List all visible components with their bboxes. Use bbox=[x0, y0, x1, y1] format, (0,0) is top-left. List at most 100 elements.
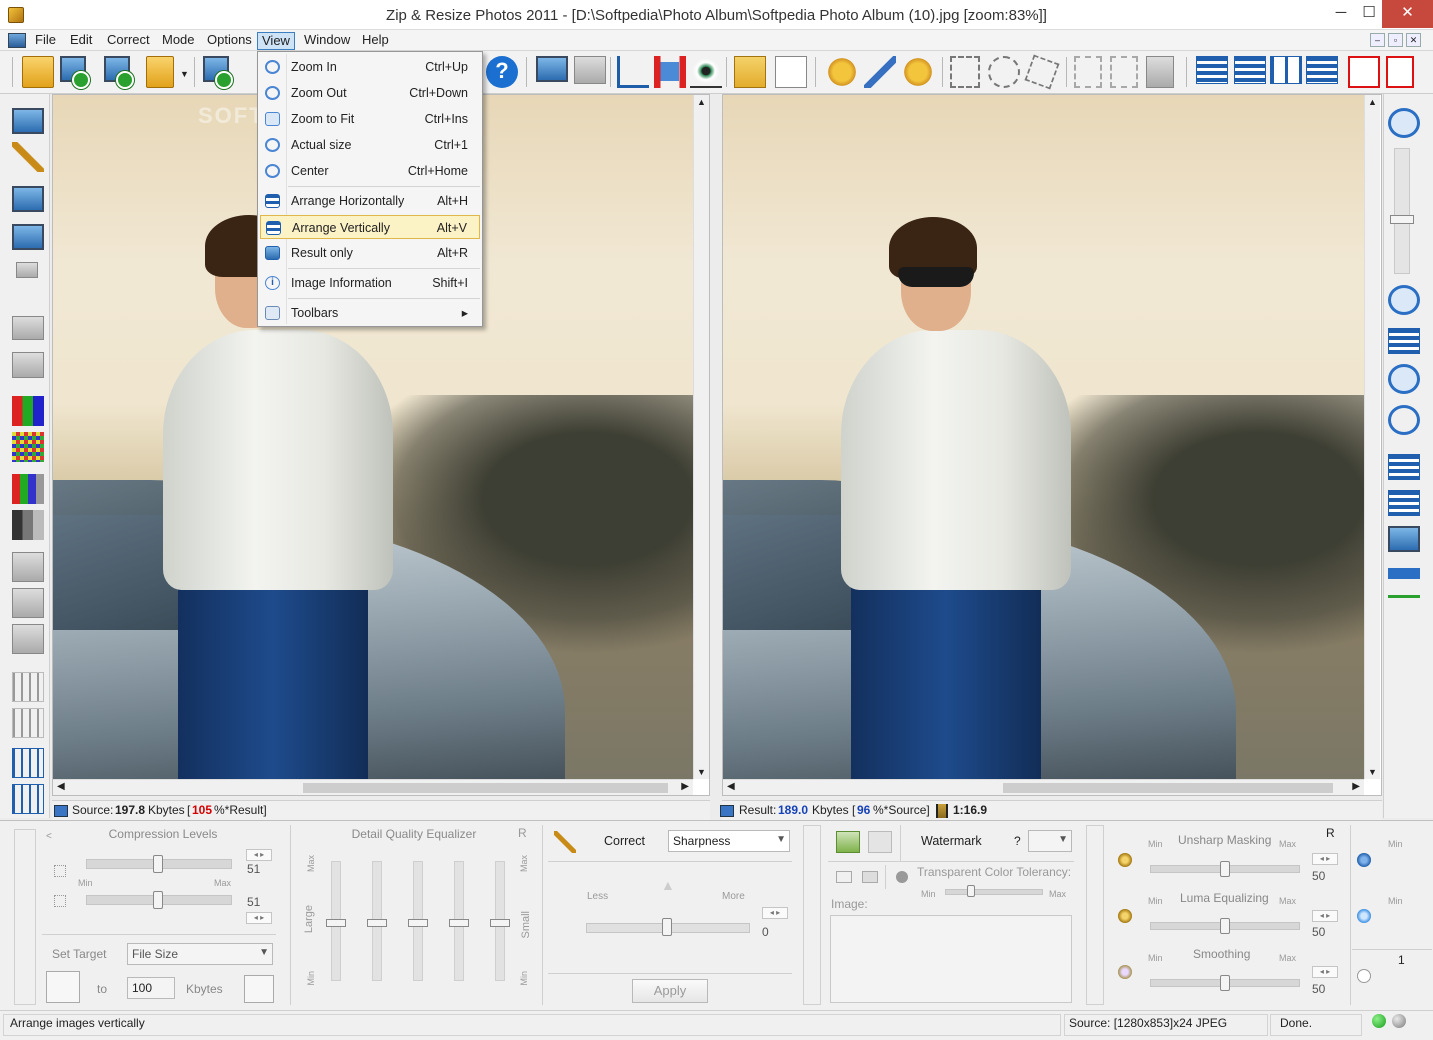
add-watermark-icon[interactable] bbox=[836, 831, 860, 853]
new-window-icon[interactable] bbox=[1348, 56, 1380, 88]
remove-watermark-icon[interactable] bbox=[868, 831, 892, 853]
panel-grip[interactable] bbox=[1086, 825, 1104, 1005]
swap-views-icon[interactable] bbox=[1388, 568, 1420, 598]
arrange-vertical-icon[interactable] bbox=[1388, 490, 1420, 516]
sharpen-sliders-icon[interactable] bbox=[12, 748, 44, 778]
correct-strength-spin[interactable]: ◂ ▸ bbox=[762, 907, 788, 919]
duplicate-icon[interactable] bbox=[12, 316, 44, 340]
settings-sliders-icon[interactable] bbox=[12, 784, 44, 814]
mdi-minimize-button[interactable]: – bbox=[1370, 33, 1385, 47]
actual-size-icon[interactable] bbox=[1388, 364, 1420, 394]
window-pin-icon[interactable] bbox=[1386, 56, 1414, 88]
view-menu-result-only[interactable]: Result only Alt+R bbox=[260, 241, 480, 265]
result-image-pane[interactable]: ▲ ▼ ◀ ▶ bbox=[722, 94, 1382, 796]
rgb-levels-icon[interactable] bbox=[12, 474, 44, 504]
menu-options[interactable]: Options bbox=[203, 32, 256, 50]
crop-icon[interactable] bbox=[617, 56, 649, 88]
menu-correct[interactable]: Correct bbox=[103, 32, 154, 50]
palette-icon[interactable] bbox=[12, 432, 44, 462]
view-menu-center[interactable]: Center Ctrl+Home bbox=[260, 159, 480, 183]
scroll-left-icon[interactable]: ◀ bbox=[57, 781, 65, 792]
zoom-out-icon[interactable] bbox=[1388, 285, 1420, 315]
paste-icon[interactable] bbox=[574, 56, 606, 84]
tile-vertical-icon[interactable] bbox=[1270, 56, 1302, 84]
compression-spin-2[interactable]: ◂ ▸ bbox=[246, 912, 272, 924]
source-hscroll-thumb[interactable] bbox=[303, 783, 668, 793]
mdi-restore-button[interactable]: ▫ bbox=[1388, 33, 1403, 47]
fit-width-icon[interactable] bbox=[1388, 328, 1420, 354]
clear-selection-icon[interactable] bbox=[1074, 56, 1102, 88]
document-icon[interactable] bbox=[8, 33, 26, 48]
scroll-right-icon[interactable]: ▶ bbox=[681, 781, 689, 792]
curves-icon[interactable] bbox=[12, 708, 44, 738]
view-menu-zoom-out[interactable]: Zoom Out Ctrl+Down bbox=[260, 81, 480, 105]
image-small-icon[interactable] bbox=[16, 262, 38, 278]
zoom-slider[interactable] bbox=[1394, 148, 1410, 274]
arrange-horizontal-icon[interactable] bbox=[1388, 454, 1420, 480]
collapse-arrow-icon[interactable]: < bbox=[46, 831, 52, 842]
image-settings-icon[interactable] bbox=[12, 186, 44, 212]
open-image-icon[interactable] bbox=[836, 871, 852, 883]
copy-image-icon[interactable] bbox=[536, 56, 568, 82]
source-vscrollbar[interactable]: ▲ ▼ bbox=[693, 95, 709, 779]
watermark-image-preview[interactable] bbox=[830, 915, 1072, 1003]
delete-selection-icon[interactable] bbox=[1110, 56, 1138, 88]
saturation-icon[interactable] bbox=[1357, 909, 1371, 923]
target-value-input[interactable]: 100 bbox=[127, 977, 175, 999]
hand-tool-icon[interactable] bbox=[826, 56, 858, 88]
color-channels-icon[interactable] bbox=[12, 396, 44, 426]
unsharp-icon[interactable] bbox=[1118, 853, 1132, 867]
eq-band-2-knob[interactable] bbox=[367, 919, 387, 927]
menu-edit[interactable]: Edit bbox=[66, 32, 96, 50]
tile-horizontal-icon[interactable] bbox=[1234, 56, 1266, 84]
help-icon[interactable]: ? bbox=[486, 56, 518, 88]
correct-type-select[interactable]: Sharpness ▼ bbox=[668, 830, 790, 852]
center-target-icon[interactable] bbox=[1388, 405, 1420, 435]
preview-eye-icon[interactable] bbox=[690, 56, 722, 88]
target-type-select[interactable]: File Size ▼ bbox=[127, 943, 273, 965]
list-view-icon[interactable] bbox=[1306, 56, 1338, 84]
scroll-up-icon[interactable]: ▲ bbox=[1368, 97, 1377, 107]
view-menu-arrange-horizontally[interactable]: Arrange Horizontally Alt+H bbox=[260, 189, 480, 213]
menu-help[interactable]: Help bbox=[358, 32, 393, 50]
target-apply-button[interactable] bbox=[46, 971, 80, 1003]
color-picker-icon[interactable] bbox=[896, 871, 908, 883]
stack-icon[interactable] bbox=[12, 352, 44, 378]
eq-band-1-knob[interactable] bbox=[326, 919, 346, 927]
result-hscrollbar[interactable]: ◀ ▶ bbox=[723, 779, 1364, 795]
detail-eq-reset[interactable]: R bbox=[518, 826, 527, 840]
minimize-button[interactable]: ─ bbox=[1326, 0, 1356, 28]
watermark-help[interactable]: ? bbox=[1014, 834, 1021, 848]
magic-wand-icon[interactable] bbox=[12, 142, 44, 172]
maximize-button[interactable]: ☐ bbox=[1354, 0, 1384, 28]
hand-zoom-icon[interactable] bbox=[902, 56, 934, 88]
open-folder-icon[interactable] bbox=[22, 56, 54, 88]
target-options-button[interactable] bbox=[244, 975, 274, 1003]
ellipse-select-icon[interactable] bbox=[988, 56, 1020, 88]
compression-slider-1-knob[interactable] bbox=[153, 855, 163, 873]
equalizer-icon[interactable] bbox=[12, 672, 44, 702]
zoom-slider-knob[interactable] bbox=[1390, 215, 1414, 224]
view-menu-zoom-in[interactable]: Zoom In Ctrl+Up bbox=[260, 55, 480, 79]
image-preview-icon[interactable] bbox=[862, 871, 878, 883]
source-hscrollbar[interactable]: ◀ ▶ bbox=[53, 779, 693, 795]
view-menu-arrange-vertically[interactable]: Arrange Vertically Alt+V bbox=[260, 215, 480, 239]
lasso-select-icon[interactable] bbox=[1024, 54, 1060, 90]
grayscale-icon[interactable] bbox=[12, 510, 44, 540]
view-menu-zoom-to-fit[interactable]: Zoom to Fit Ctrl+Ins bbox=[260, 107, 480, 131]
watermark-select[interactable]: ▼ bbox=[1028, 830, 1072, 852]
menu-file[interactable]: File bbox=[31, 32, 60, 50]
filters-reset[interactable]: R bbox=[1326, 826, 1335, 840]
gamma-icon[interactable] bbox=[12, 624, 44, 654]
rotate-icon[interactable] bbox=[1357, 969, 1371, 983]
menu-view[interactable]: View bbox=[257, 32, 295, 50]
smoothing-icon[interactable] bbox=[1118, 965, 1132, 979]
brightness-icon[interactable] bbox=[12, 552, 44, 582]
result-vscrollbar[interactable]: ▲ ▼ bbox=[1364, 95, 1380, 779]
tolerance-slider[interactable] bbox=[945, 889, 1043, 895]
dropdown-arrow-icon[interactable]: ▼ bbox=[180, 69, 189, 79]
scroll-right-icon[interactable]: ▶ bbox=[1352, 781, 1360, 792]
panel-grip[interactable] bbox=[14, 829, 36, 1005]
rect-select-icon[interactable] bbox=[950, 56, 980, 88]
view-menu-toolbars[interactable]: Toolbars ▸ bbox=[260, 301, 480, 325]
